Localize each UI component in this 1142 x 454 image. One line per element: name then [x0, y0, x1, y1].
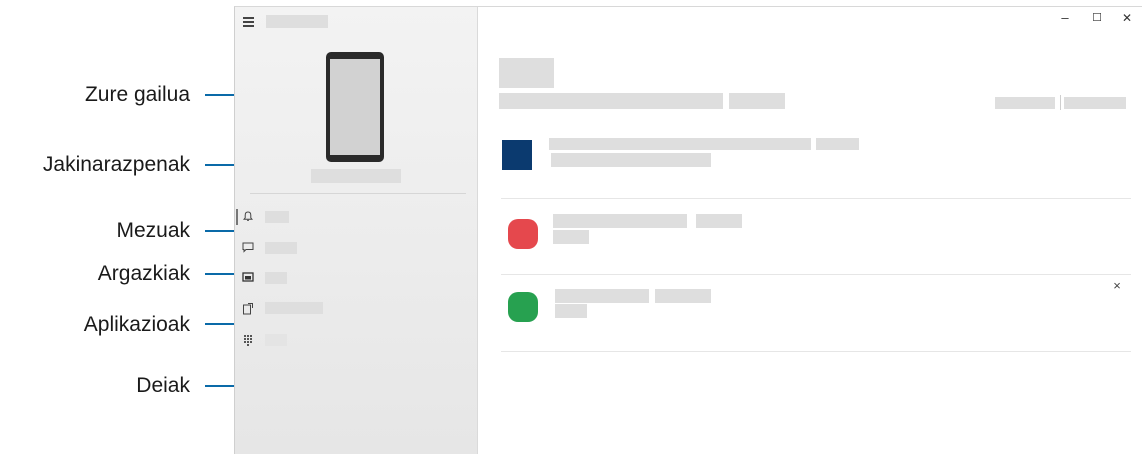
- card-separator: [501, 198, 1131, 199]
- callout-label-messages: Mezuak: [116, 219, 190, 242]
- main-subtitle-placeholder: [499, 93, 723, 109]
- photo-icon: [241, 272, 255, 286]
- notification-body-placeholder: [553, 230, 589, 244]
- callout-label-notifications: Jakinarazpenak: [42, 153, 190, 176]
- sidebar-item-calls[interactable]: [235, 331, 478, 357]
- minimize-button[interactable]: –: [1055, 10, 1075, 26]
- sidebar-item-notifications[interactable]: [235, 208, 478, 234]
- menu-icon[interactable]: [243, 17, 254, 27]
- header-action-placeholder[interactable]: [995, 97, 1055, 109]
- bell-icon: [241, 211, 255, 225]
- sidebar-item-messages[interactable]: [235, 239, 478, 265]
- callout-label-photos: Argazkiak: [97, 262, 190, 285]
- app-window: – ☐ ✕ ×: [234, 6, 1142, 454]
- notification-title-placeholder: [549, 138, 811, 150]
- main-title-placeholder: [499, 58, 554, 88]
- sidebar-item-label-placeholder: [265, 334, 287, 346]
- app-icon-green: [508, 292, 538, 322]
- dismiss-notification-button[interactable]: ×: [1111, 279, 1123, 292]
- header-divider: [1060, 95, 1061, 110]
- apps-icon: [241, 302, 255, 316]
- maximize-button[interactable]: ☐: [1087, 10, 1107, 26]
- card-separator: [501, 351, 1131, 352]
- message-icon: [241, 242, 255, 256]
- device-screen: [330, 59, 380, 155]
- sidebar-item-label-placeholder: [265, 302, 323, 314]
- sidebar-divider: [250, 193, 466, 194]
- app-title-placeholder: [266, 15, 328, 28]
- device-image: [326, 52, 384, 162]
- header-action-placeholder-2[interactable]: [1064, 97, 1126, 109]
- notification-title-placeholder-2: [655, 289, 711, 303]
- app-icon-square: [502, 140, 532, 170]
- notification-title-placeholder-2: [816, 138, 859, 150]
- callout-label-calls: Deiak: [136, 374, 190, 397]
- sidebar-item-label-placeholder: [265, 242, 297, 254]
- notification-body-placeholder: [555, 304, 587, 318]
- notification-title-placeholder: [555, 289, 649, 303]
- sidebar-item-label-placeholder: [265, 272, 287, 284]
- sidebar-item-apps[interactable]: [235, 299, 478, 325]
- close-button[interactable]: ✕: [1117, 10, 1137, 26]
- sidebar: [235, 7, 478, 454]
- dialpad-icon: [241, 334, 255, 348]
- main-subtitle-placeholder-2: [729, 93, 785, 109]
- callout-label-apps: Aplikazioak: [83, 313, 190, 336]
- app-icon-red: [508, 219, 538, 249]
- notification-body-placeholder: [551, 153, 711, 167]
- device-name-placeholder: [311, 169, 401, 183]
- sidebar-item-label-placeholder: [265, 211, 289, 223]
- sidebar-item-photos[interactable]: [235, 269, 478, 295]
- notification-title-placeholder: [553, 214, 687, 228]
- active-indicator: [236, 209, 238, 225]
- card-separator: [501, 274, 1131, 275]
- notification-title-placeholder-2: [696, 214, 742, 228]
- callout-label-device: Zure gailua: [84, 83, 190, 106]
